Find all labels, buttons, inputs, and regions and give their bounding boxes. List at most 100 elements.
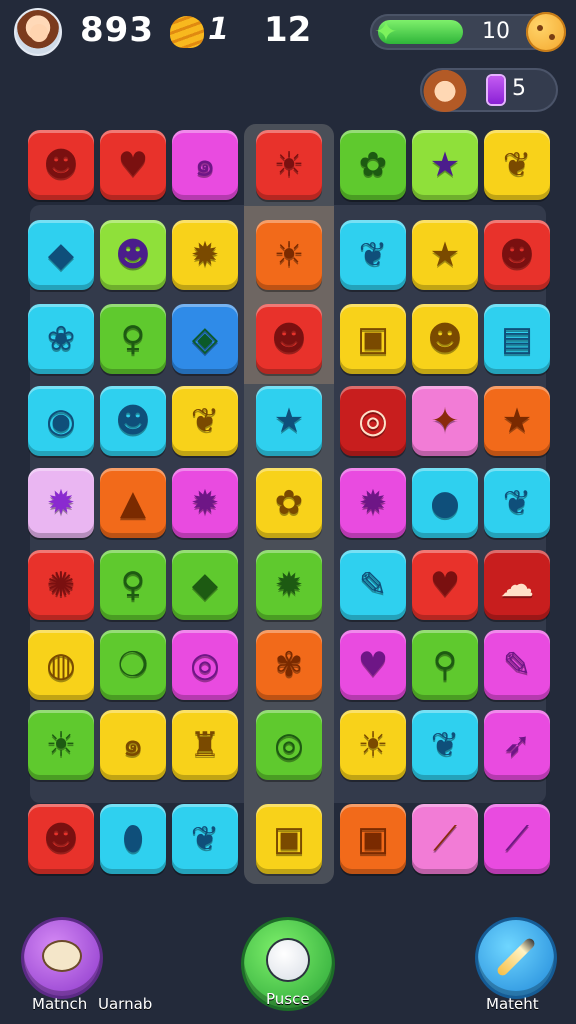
tile-cup[interactable]: ▲ [100,468,166,538]
cookie-icon[interactable] [526,12,566,52]
tile-sun[interactable]: ☀ [340,710,406,780]
bug-icon: ✿ [358,145,388,185]
tile-face[interactable]: ☻ [484,220,550,290]
gear-icon: ✹ [190,483,220,523]
leaf-icon: ❦ [190,401,220,441]
tile-spiral[interactable]: ◎ [256,710,322,780]
tile-face[interactable]: ☻ [28,130,94,200]
tile-star[interactable]: ★ [256,386,322,456]
tile-key[interactable]: ♀ [100,550,166,620]
moves-value: 1 [208,12,229,47]
tile-swirl[interactable]: ๑ [172,130,238,200]
tile-spiral[interactable]: ◎ [340,386,406,456]
tile-pencil[interactable]: ✎ [340,550,406,620]
tile-flower[interactable]: ✾ [256,630,322,700]
tile-bug[interactable]: ✿ [256,468,322,538]
star-icon: ★ [273,401,305,441]
tile-cloud[interactable]: ☁ [484,550,550,620]
tile-tulip[interactable]: ❀ [28,304,94,374]
left-button-label-b: Uarnab [98,995,153,1013]
tile-sun[interactable]: ☀ [28,710,94,780]
tile-leaf[interactable]: ❦ [484,468,550,538]
tile-face[interactable]: ☻ [412,304,478,374]
tile-rocket[interactable]: ➶ [484,710,550,780]
tile-spiral[interactable]: ◎ [172,630,238,700]
tile-heart[interactable]: ♥ [100,130,166,200]
bag-icon: ▣ [356,319,390,359]
tile-gear[interactable]: ✹ [340,468,406,538]
player-avatar[interactable] [14,8,62,56]
tile-bag[interactable]: ▣ [256,804,322,874]
tile-robot[interactable]: ▤ [484,304,550,374]
monster-icon: ☻ [115,401,151,441]
tile-gear[interactable]: ✹ [172,220,238,290]
tile-star[interactable]: ★ [412,130,478,200]
leaf-icon: ❦ [502,483,532,523]
tile-monster[interactable]: ☻ [100,386,166,456]
tile-gear[interactable]: ✹ [256,550,322,620]
tile-leaf[interactable]: ❦ [340,220,406,290]
tile-rod[interactable]: ⟋ [412,804,478,874]
honey-icon [170,16,204,48]
tile-leaf[interactable]: ❦ [412,710,478,780]
tile-bag[interactable]: ▣ [340,304,406,374]
tile-bug[interactable]: ✿ [340,130,406,200]
tile-swirl[interactable]: ๑ [100,710,166,780]
tile-fire[interactable]: ✦ [412,386,478,456]
tile-ring[interactable]: ◍ [28,630,94,700]
rod-icon: ⟋ [505,819,529,859]
booster-counter[interactable]: 5 [420,66,558,112]
tile-monster[interactable]: ☻ [256,304,322,374]
gear-icon: ✹ [46,483,76,523]
jar-icon: ♜ [189,725,221,765]
blob-icon: ✺ [46,565,76,605]
spiral-icon: ◎ [358,401,388,441]
right-button-label: Mateht [486,995,539,1013]
tile-jar[interactable]: ♜ [172,710,238,780]
tile-heart[interactable]: ♥ [412,550,478,620]
spiral-icon: ◎ [274,725,304,765]
pencil-button[interactable] [478,920,554,996]
bean-icon: ⬮ [122,819,144,859]
gear-icon: ✹ [190,235,220,275]
leaf-icon: ❦ [502,145,532,185]
tile-star[interactable]: ★ [412,220,478,290]
tile-gem[interactable]: ◈ [172,304,238,374]
tile-face[interactable]: ☻ [28,804,94,874]
robot-icon: ▤ [500,319,534,359]
tile-rod[interactable]: ⟋ [484,804,550,874]
tile-magnifier[interactable]: ⚲ [412,630,478,700]
tile-diamond[interactable]: ◆ [172,550,238,620]
cup-icon: ▲ [119,483,147,523]
chat-icon: ❍ [117,645,149,685]
tile-face[interactable]: ☻ [100,220,166,290]
tile-chat[interactable]: ❍ [100,630,166,700]
monster-icon: ☻ [271,319,307,359]
tile-bean[interactable]: ⬮ [100,804,166,874]
tile-bag[interactable]: ▣ [340,804,406,874]
tile-leaf[interactable]: ❦ [484,130,550,200]
tile-coin[interactable]: ◉ [28,386,94,456]
chat-button[interactable] [24,920,100,996]
tile-leaf[interactable]: ❦ [172,804,238,874]
spiral-icon: ◎ [190,645,220,685]
tile-sun[interactable]: ☀ [256,130,322,200]
fire-icon: ✦ [430,401,460,441]
energy-bar[interactable]: ✦ 10 [370,12,566,52]
tile-pencil[interactable]: ✎ [484,630,550,700]
tile-gear[interactable]: ✹ [28,468,94,538]
star-icon: ★ [501,401,533,441]
avatar-face [30,24,48,42]
tile-leaf[interactable]: ❦ [172,386,238,456]
tile-blob[interactable]: ✺ [28,550,94,620]
tile-key[interactable]: ♀ [100,304,166,374]
booster-count: 5 [512,76,526,101]
tile-gear[interactable]: ✹ [172,468,238,538]
tile-heart[interactable]: ♥ [340,630,406,700]
tile-lemon[interactable]: ● [412,468,478,538]
leaf-icon: ❦ [190,819,220,859]
tile-star[interactable]: ★ [484,386,550,456]
bag-icon: ▣ [272,819,306,859]
tile-sun[interactable]: ☀ [256,220,322,290]
tile-diamond[interactable]: ◆ [28,220,94,290]
